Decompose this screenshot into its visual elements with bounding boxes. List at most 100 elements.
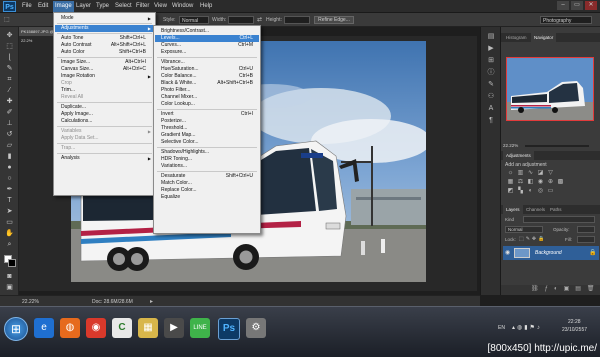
properties-panel-icon[interactable]: ⊞ [486, 57, 496, 65]
shape-tool-icon[interactable]: ▭ [4, 218, 15, 227]
layer-row-background[interactable]: ◉ Background 🔒 [503, 246, 599, 260]
menu-item-desaturate[interactable]: Desaturate Shift+Ctrl+U [155, 173, 259, 180]
lock-icons[interactable]: ⬚✎✥🔒 [519, 236, 546, 242]
menu-window[interactable]: Window [172, 3, 193, 9]
photoshop-taskbar-icon[interactable]: Ps [218, 318, 240, 340]
menu-select[interactable]: Select [115, 3, 132, 9]
ie-icon[interactable]: e [34, 318, 54, 338]
path-select-tool-icon[interactable]: ➤ [4, 207, 15, 216]
screen-mode-icon[interactable]: ▣ [4, 283, 15, 292]
menu-image[interactable]: Image [53, 1, 74, 12]
menu-item-replace-color[interactable]: Replace Color... [155, 187, 259, 194]
tab-layers[interactable]: Layers [503, 205, 523, 214]
menu-item-auto-contrast[interactable]: Auto Contrast Alt+Shift+Ctrl+L [55, 42, 154, 49]
threshold-adjust-icon[interactable]: ◐ [527, 188, 534, 194]
zoom-level[interactable]: 22.22% [22, 299, 39, 305]
height-field[interactable] [284, 16, 310, 24]
menu-item-shadows-highlights[interactable]: Shadows/Highlights... [155, 149, 259, 156]
menu-item-color-lookup[interactable]: Color Lookup... [155, 101, 259, 108]
navigator-zoom-slider[interactable] [525, 145, 589, 147]
menu-item-crop[interactable]: Crop [55, 80, 154, 87]
app-settings-icon[interactable]: ⚙ [246, 318, 266, 338]
color-lookup-adjust-icon[interactable]: ▩ [557, 179, 564, 185]
explorer-icon[interactable]: ▦ [138, 318, 158, 338]
menu-item-exposure[interactable]: Exposure... [155, 49, 259, 56]
menu-item-canvas-size[interactable]: Canvas Size... Alt+Ctrl+C [55, 66, 154, 73]
type-tool-icon[interactable]: T [4, 196, 15, 205]
menu-item-vibrance[interactable]: Vibrance... [155, 59, 259, 66]
menu-item-mode[interactable]: Mode ▶ [55, 15, 154, 22]
pen-tool-icon[interactable]: ✒ [4, 185, 15, 194]
menu-item-levels[interactable]: Levels... Ctrl+L [155, 35, 259, 42]
brightness-adjust-icon[interactable]: ☼ [507, 170, 514, 176]
width-field[interactable] [228, 16, 254, 24]
hand-tool-icon[interactable]: ✋ [4, 229, 15, 238]
tab-navigator[interactable]: Navigator [531, 33, 557, 42]
menu-item-duplicate[interactable]: Duplicate... [55, 104, 154, 111]
black-white-adjust-icon[interactable]: ◧ [527, 179, 534, 185]
menu-item-channel-mixer[interactable]: Channel Mixer... [155, 94, 259, 101]
menu-item-color-balance[interactable]: Color Balance... Ctrl+B [155, 73, 259, 80]
healing-tool-icon[interactable]: ✚ [4, 97, 15, 106]
layer-actions[interactable]: ⛓ƒ◐▣▤🗑 [501, 285, 600, 295]
background-color-swatch[interactable] [8, 259, 16, 267]
menu-item-analysis[interactable]: Analysis ▶ [55, 155, 154, 162]
clock-time[interactable]: 22:28 [568, 319, 581, 325]
brush-panel-icon[interactable]: ✎ [486, 81, 496, 89]
menu-item-apply-data-set[interactable]: Apply Data Set... [55, 135, 154, 142]
eye-icon[interactable]: ◉ [505, 249, 510, 256]
exposure-adjust-icon[interactable]: ◪ [537, 170, 544, 176]
character-panel-icon[interactable]: A [486, 105, 496, 113]
posterize-adjust-icon[interactable]: ▚ [517, 188, 524, 194]
channel-mixer-adjust-icon[interactable]: ⊕ [547, 179, 554, 185]
menu-item-hue-saturation[interactable]: Hue/Saturation... Ctrl+U [155, 66, 259, 73]
status-menu-arrow-icon[interactable]: ▸ [150, 298, 153, 305]
eraser-tool-icon[interactable]: ▱ [4, 141, 15, 150]
paragraph-panel-icon[interactable]: ¶ [486, 117, 496, 125]
blur-tool-icon[interactable]: ● [4, 163, 15, 172]
menu-item-posterize[interactable]: Posterize... [155, 118, 259, 125]
menu-item-equalize[interactable]: Equalize [155, 194, 259, 201]
menu-item-invert[interactable]: Invert Ctrl+I [155, 111, 259, 118]
menu-view[interactable]: View [154, 3, 167, 9]
style-select[interactable]: Normal [179, 16, 209, 24]
close-button[interactable]: ✕ [585, 1, 597, 10]
hue-adjust-icon[interactable]: ▦ [507, 179, 514, 185]
blend-mode-select[interactable]: Normal [505, 226, 543, 233]
clock-date[interactable]: 23/10/2557 [562, 327, 587, 333]
crop-tool-icon[interactable]: ⌗ [4, 75, 15, 84]
navigator-zoom[interactable]: 22.22% [503, 143, 518, 148]
history-panel-icon[interactable]: ▤ [486, 33, 496, 41]
menu-item-reveal-all[interactable]: Reveal All [55, 94, 154, 101]
invert-adjust-icon[interactable]: ◩ [507, 188, 514, 194]
menu-item-brightness-contrast[interactable]: Brightness/Contrast... [155, 28, 259, 35]
gradient-map-adjust-icon[interactable]: ▭ [547, 188, 554, 194]
menu-edit[interactable]: Edit [38, 3, 48, 9]
curves-adjust-icon[interactable]: ∿ [527, 170, 534, 176]
clone-source-panel-icon[interactable]: ⚇ [486, 93, 496, 101]
menu-help[interactable]: Help [200, 3, 212, 9]
history-brush-tool-icon[interactable]: ↺ [4, 130, 15, 139]
media-player-icon[interactable]: ▶ [164, 318, 184, 338]
menu-item-adjustments[interactable]: Adjustments ▶ [55, 25, 154, 32]
app-c-icon[interactable]: C [112, 318, 132, 338]
menu-file[interactable]: File [22, 3, 32, 9]
tab-channels[interactable]: Channels [523, 205, 548, 214]
tab-paths[interactable]: Paths [547, 205, 565, 214]
menu-item-image-rotation[interactable]: Image Rotation ▶ [55, 73, 154, 80]
tab-histogram[interactable]: Histogram [503, 33, 530, 42]
color-balance-adjust-icon[interactable]: ⚖ [517, 179, 524, 185]
gradient-tool-icon[interactable]: ▮ [4, 152, 15, 161]
menu-item-selective-color[interactable]: Selective Color... [155, 139, 259, 146]
menu-item-image-size[interactable]: Image Size... Alt+Ctrl+I [55, 59, 154, 66]
menu-item-trim[interactable]: Trim... [55, 87, 154, 94]
document-tab[interactable]: PK158897.JPG @ 22.2% [19, 27, 57, 43]
levels-adjust-icon[interactable]: ▥ [517, 170, 524, 176]
stamp-tool-icon[interactable]: ⊥ [4, 119, 15, 128]
quick-mask-icon[interactable]: ◙ [4, 272, 15, 281]
info-panel-icon[interactable]: ⓘ [486, 69, 496, 77]
line-icon[interactable]: LINE [190, 318, 210, 338]
quick-select-tool-icon[interactable]: ✎ [4, 64, 15, 73]
menu-type[interactable]: Type [96, 3, 109, 9]
navigator-thumbnail[interactable] [506, 57, 594, 121]
